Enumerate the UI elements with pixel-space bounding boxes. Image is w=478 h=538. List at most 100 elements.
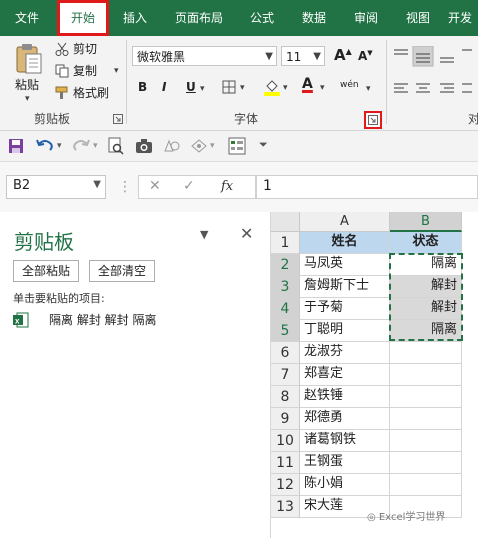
name-cell[interactable]: 郑德勇 <box>300 408 390 430</box>
name-box[interactable]: B2 ▼ <box>6 175 106 199</box>
copy-button[interactable]: 复制 <box>73 62 97 80</box>
row-header[interactable]: 5 <box>271 320 300 342</box>
tab-developer[interactable]: 开发 <box>448 0 478 36</box>
row-header[interactable]: 9 <box>271 408 300 430</box>
row-header[interactable]: 8 <box>271 386 300 408</box>
undo-icon[interactable] <box>36 137 54 153</box>
clipboard-dialog-launcher-icon[interactable] <box>113 113 123 124</box>
paste-icon[interactable] <box>14 42 44 76</box>
save-icon[interactable] <box>8 138 24 154</box>
name-cell[interactable]: 马凤英 <box>300 254 390 276</box>
column-title-cell[interactable]: 状态 <box>390 232 462 254</box>
font-color-dropdown-icon[interactable]: ▾ <box>320 79 325 97</box>
tab-data[interactable]: 数据 <box>292 0 336 36</box>
name-cell[interactable]: 詹姆斯下士 <box>300 276 390 298</box>
insert-function-button[interactable]: fx <box>221 179 233 194</box>
tab-formulas[interactable]: 公式 <box>240 0 284 36</box>
status-cell[interactable] <box>390 386 462 408</box>
row-header[interactable]: 4 <box>271 298 300 320</box>
paste-all-button[interactable]: 全部粘贴 <box>13 260 79 282</box>
status-cell[interactable] <box>390 452 462 474</box>
copy-dropdown-icon[interactable]: ▾ <box>114 62 119 80</box>
paste-dropdown-icon[interactable]: ▾ <box>25 90 30 108</box>
font-dialog-launcher-icon[interactable] <box>364 111 382 129</box>
row-header[interactable]: 2 <box>271 254 300 276</box>
paste-options-icon[interactable] <box>190 138 208 154</box>
clear-all-button[interactable]: 全部清空 <box>89 260 155 282</box>
name-cell[interactable]: 于予菊 <box>300 298 390 320</box>
grow-font-button[interactable]: A▲ <box>334 46 352 64</box>
more-options-icon[interactable]: ⋮ <box>118 175 132 199</box>
name-cell[interactable]: 诸葛钢铁 <box>300 430 390 452</box>
bold-button[interactable]: B <box>138 80 147 94</box>
name-cell[interactable]: 陈小娟 <box>300 474 390 496</box>
redo-dropdown-icon[interactable]: ▾ <box>93 137 98 155</box>
customize-qat-icon[interactable]: ⏷ <box>259 136 268 154</box>
pane-options-icon[interactable]: ▼ <box>200 228 208 241</box>
cancel-icon[interactable]: ✕ <box>149 178 161 194</box>
row-header[interactable]: 7 <box>271 364 300 386</box>
form-icon[interactable] <box>228 137 246 155</box>
tab-home[interactable]: 开始 <box>57 0 109 36</box>
status-cell[interactable]: 隔离 <box>390 320 462 342</box>
name-box-value: B2 <box>13 178 31 193</box>
shrink-font-button[interactable]: A▼ <box>358 49 373 63</box>
shapes-icon[interactable] <box>163 138 181 154</box>
column-title-cell[interactable]: 姓名 <box>300 232 390 254</box>
underline-button[interactable]: U <box>186 80 196 94</box>
redo-icon[interactable] <box>72 137 90 153</box>
fill-color-icon[interactable] <box>264 78 280 96</box>
status-cell[interactable] <box>390 408 462 430</box>
tab-page-layout[interactable]: 页面布局 <box>165 0 233 36</box>
phonetic-dropdown-icon[interactable]: ▾ <box>366 80 371 98</box>
status-cell[interactable]: 隔离 <box>390 254 462 276</box>
tab-review[interactable]: 审阅 <box>344 0 388 36</box>
column-header-b[interactable]: B <box>390 212 462 232</box>
tab-insert[interactable]: 插入 <box>113 0 157 36</box>
status-cell[interactable]: 解封 <box>390 276 462 298</box>
tab-file[interactable]: 文件 <box>4 0 50 36</box>
row-header[interactable]: 6 <box>271 342 300 364</box>
row-header[interactable]: 1 <box>271 232 300 254</box>
borders-dropdown-icon[interactable]: ▾ <box>240 79 245 97</box>
print-preview-icon[interactable] <box>108 137 124 155</box>
status-cell[interactable]: 解封 <box>390 298 462 320</box>
phonetic-button[interactable]: wén <box>340 76 359 94</box>
status-cell[interactable] <box>390 430 462 452</box>
undo-dropdown-icon[interactable]: ▾ <box>57 137 62 155</box>
status-cell[interactable] <box>390 342 462 364</box>
row-header[interactable]: 13 <box>271 496 300 518</box>
format-painter-button[interactable]: 格式刷 <box>73 84 109 102</box>
underline-dropdown-icon[interactable]: ▾ <box>200 80 205 98</box>
name-cell[interactable]: 丁聪明 <box>300 320 390 342</box>
name-cell[interactable]: 赵铁锤 <box>300 386 390 408</box>
borders-icon[interactable] <box>222 80 236 94</box>
group-separator <box>386 40 387 124</box>
select-all-corner[interactable] <box>271 212 300 232</box>
clipboard-item[interactable]: x 隔离 解封 解封 隔离 <box>13 310 253 330</box>
row-header[interactable]: 3 <box>271 276 300 298</box>
fill-color-dropdown-icon[interactable]: ▾ <box>283 79 288 97</box>
formula-input[interactable]: 1 <box>256 175 478 199</box>
row-header[interactable]: 12 <box>271 474 300 496</box>
name-cell[interactable]: 王钢蛋 <box>300 452 390 474</box>
font-name-combo[interactable]: 微软雅黑 ▼ <box>132 46 277 66</box>
row-header[interactable]: 10 <box>271 430 300 452</box>
paste-options-dropdown-icon[interactable]: ▾ <box>210 137 215 155</box>
camera-icon[interactable] <box>135 138 153 154</box>
font-size-combo[interactable]: 11 ▼ <box>281 46 325 66</box>
close-icon[interactable]: ✕ <box>240 224 253 243</box>
status-cell[interactable] <box>390 474 462 496</box>
enter-icon[interactable]: ✓ <box>183 178 195 194</box>
column-header-a[interactable]: A <box>300 212 390 232</box>
tab-view[interactable]: 视图 <box>396 0 440 36</box>
excel-icon: x <box>13 312 29 328</box>
ribbon-tab-bar: 文件 开始 插入 页面布局 公式 数据 审阅 视图 开发 <box>0 0 478 36</box>
cut-button[interactable]: 剪切 <box>73 40 97 58</box>
name-cell[interactable]: 郑喜定 <box>300 364 390 386</box>
italic-button[interactable]: I <box>162 80 166 94</box>
font-color-button[interactable]: A <box>302 76 313 92</box>
name-cell[interactable]: 龙淑芬 <box>300 342 390 364</box>
status-cell[interactable] <box>390 364 462 386</box>
row-header[interactable]: 11 <box>271 452 300 474</box>
